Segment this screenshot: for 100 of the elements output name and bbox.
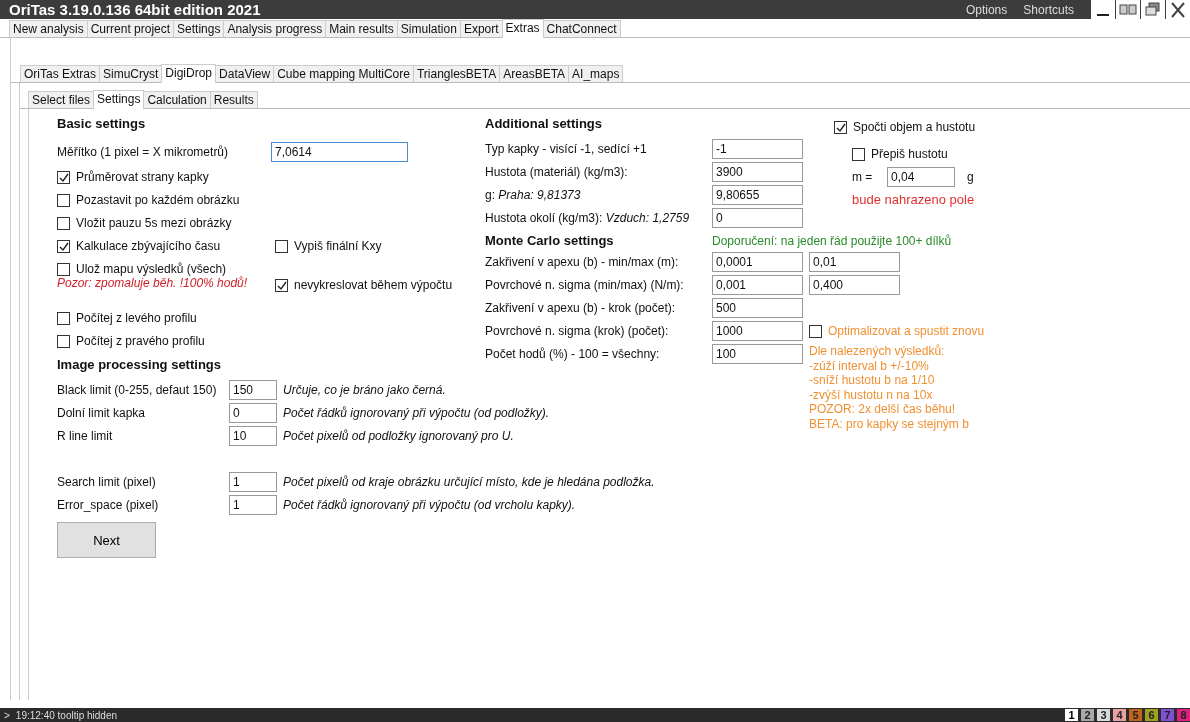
input-field[interactable]: 0,400 [809,275,900,295]
field-label: Search limit (pixel) [57,474,157,489]
checkbox[interactable] [809,325,822,338]
slot-indicator[interactable]: 1 [1065,709,1078,721]
field-label: Měřítko (1 pixel = X mikrometrů) [57,145,230,159]
close-icon[interactable] [1166,0,1190,19]
warning-text: Pozor: zpomaluje běh. !100% hodů! [57,276,249,290]
checkbox[interactable] [57,240,70,253]
checkbox-label: Optimalizovat a spustit znovu [828,324,985,338]
tab[interactable]: Main results [325,20,398,37]
input-field[interactable]: 1 [229,471,277,492]
hint-text: Počet řádků ignorovaný při výpočtu (od podložky). [283,405,550,420]
tab[interactable]: Extras [501,19,544,38]
tab[interactable]: Settings [93,90,145,109]
input-field[interactable]: 0,01 [809,252,900,272]
hint-text: Počet pixelů od podložky ignorovaný pro U. [283,428,514,443]
checkbox[interactable] [275,240,288,253]
slot-indicator[interactable]: 2 [1081,709,1094,721]
tab[interactable]: Select files [28,91,95,108]
field-label: Hustota (materiál) (kg/m3): [485,164,629,179]
slot-indicator[interactable]: 4 [1113,709,1126,721]
input-field[interactable]: 500 [712,298,803,318]
field-label: g: Praha: 9,81373 [485,187,582,202]
tab[interactable]: Current project [86,20,175,37]
input-field[interactable]: 7,0614 [271,142,408,162]
tab[interactable]: OriTas Extras [20,65,100,82]
field-label: R line limit [57,428,114,443]
tab[interactable]: DigiDrop [161,64,217,83]
checkbox-label: Kalkulace zbývajícího času [76,239,221,253]
input-field[interactable]: -1 [712,138,803,159]
checkbox[interactable] [57,335,70,348]
menu-item[interactable]: Options [965,2,1008,17]
input-field[interactable]: 0,04 [887,166,955,187]
field-label: Error_space (pixel) [57,497,160,512]
field-label: Počet hodů (%) - 100 = všechny: [485,346,661,363]
input-field[interactable]: 100 [712,344,803,364]
input-field[interactable]: 0 [712,207,803,228]
checkbox-label: Přepiš hustotu [871,146,948,161]
restore-icon[interactable] [1141,0,1165,19]
note-text: Dle nalezených výsledků: -zúží interval b +/-10% -sníží hustotu b na 1/10 -zvýší hustotu n na 10x POZOR: 2x delší čas běhu! BETA: pro kapky se stejným b [809,344,969,431]
checkbox-label: Spočti objem a hustotu [853,120,976,134]
tab[interactable]: ChatConnect [542,20,621,37]
minimize-icon[interactable] [1091,0,1115,19]
checkbox[interactable] [834,121,847,134]
tab[interactable]: Results [209,91,258,108]
checkbox[interactable] [852,147,865,161]
input-field[interactable]: 1 [229,494,277,515]
checkbox-label: Počítej z pravého profilu [76,334,205,348]
next-button[interactable]: Next [57,522,156,558]
tab[interactable]: Cube mapping MultiCore [273,65,414,82]
checkbox[interactable] [57,171,70,184]
slot-indicator[interactable]: 6 [1145,709,1158,721]
tile-icon[interactable] [1116,0,1140,19]
checkbox-label: Počítej z levého profilu [76,311,197,325]
input-field[interactable]: 1000 [712,321,803,341]
tab[interactable]: SimuCryst [99,65,163,82]
checkbox[interactable] [57,312,70,325]
input-field[interactable]: 0 [229,402,277,423]
checkbox-label: Vložit pauzu 5s mezi obrázky [76,216,232,230]
unit-label: g [967,169,974,184]
field-label: Black limit (0-255, defaut 150) [57,382,218,397]
tab[interactable]: Simulation [396,20,461,37]
status-text: 19:12:40 tooltip hidden [15,709,119,721]
field-label: Hustota okolí (kg/m3): Vzduch: 1,2759 [485,210,691,225]
checkbox[interactable] [57,263,70,276]
checkbox-label: Vypiš finální Kxy [294,239,382,253]
hint-text: Určuje, co je bráno jako černá. [283,382,446,397]
input-field[interactable]: 0,0001 [712,252,803,272]
tab[interactable]: Settings [173,20,225,37]
menu-item[interactable]: Shortcuts [1023,2,1074,17]
tab[interactable]: AI_maps [568,65,624,82]
input-field[interactable]: 10 [229,425,277,446]
input-field[interactable]: 3900 [712,161,803,182]
slot-indicator[interactable]: 5 [1129,709,1142,721]
checkbox[interactable] [57,194,70,207]
field-label: Zakřivení v apexu (b) - krok (počet): [485,300,677,317]
input-field[interactable]: 9,80655 [712,184,803,205]
checkbox[interactable] [275,279,288,292]
tab[interactable]: Export [459,20,503,37]
checkbox-label: Průměrovat strany kapky [76,170,209,184]
tab[interactable]: AreasBETA [499,65,570,82]
tab[interactable]: Analysis progress [223,20,327,37]
tab[interactable]: Calculation [143,91,211,108]
recommendation-text: Doporučení: na jeden řád použijte 100+ dílků [712,233,952,248]
field-label: Zakřivení v apexu (b) - min/max (m): [485,254,680,271]
hint-text: Počet řádků ignorovaný při výpočtu (od vrcholu kapky). [283,497,576,512]
tab[interactable]: New analysis [9,20,88,37]
tab[interactable]: DataView [215,65,275,82]
tab[interactable]: TrianglesBETA [412,65,501,82]
input-field[interactable]: 150 [229,379,277,400]
slot-indicator[interactable]: 8 [1177,709,1190,721]
section-heading: Basic settings [57,115,147,133]
input-field[interactable]: 0,001 [712,275,803,295]
checkbox-label: Ulož mapu výsledků (všech) [76,262,227,276]
checkbox[interactable] [57,217,70,230]
field-label: m = [852,169,874,184]
hint-text: Počet pixelů od kraje obrázku určující místo, kde je hledána podložka. [283,474,655,489]
slot-indicator[interactable]: 3 [1097,709,1110,721]
window-title: OriTas 3.19.0.136 64bit edition 2021 [9,1,262,18]
field-label: Dolní limit kapka [57,405,147,420]
